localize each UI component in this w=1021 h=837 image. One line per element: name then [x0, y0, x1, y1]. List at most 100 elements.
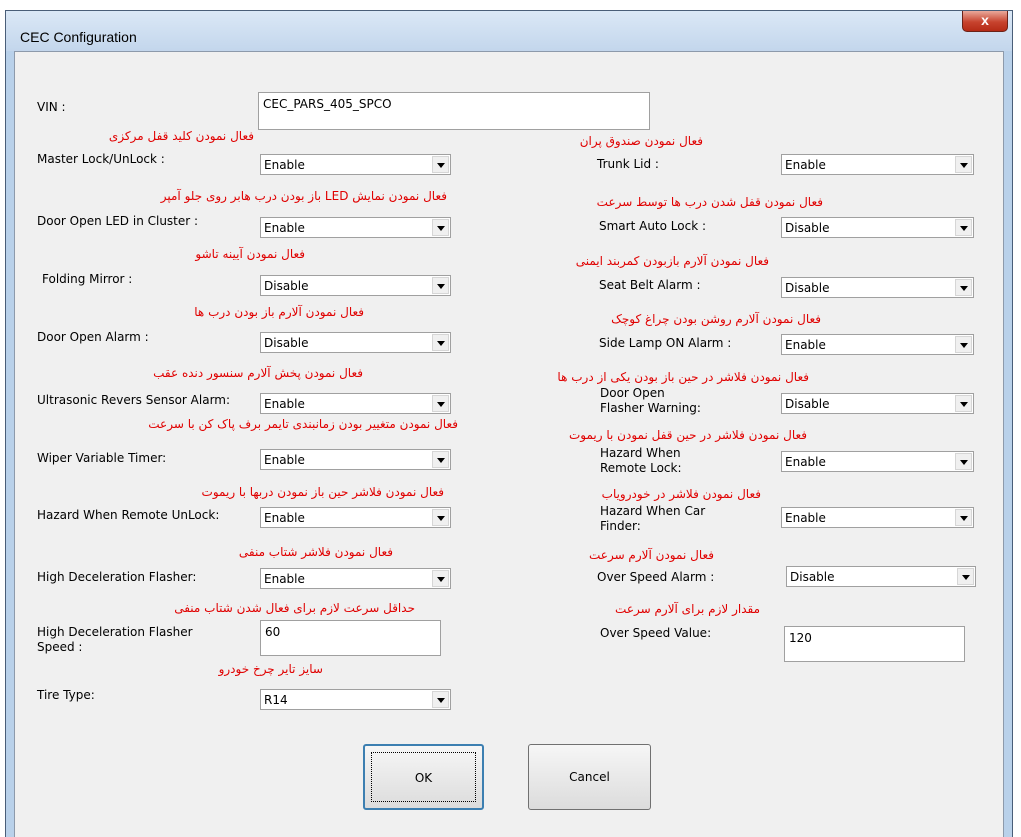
trunk-lid-select[interactable]: Enable [781, 154, 974, 175]
tire-type-select[interactable]: R14 [260, 689, 451, 710]
hazard-unlock-label: Hazard When Remote UnLock: [37, 508, 220, 522]
hazard-car-finder-hint: فعال نمودن فلاشر در خودرویاب [601, 487, 761, 501]
master-lock-value: Enable [264, 158, 305, 172]
ok-button[interactable]: OK [363, 744, 484, 810]
chevron-down-icon[interactable] [955, 336, 972, 353]
high-decel-speed-hint: حداقل سرعت لازم برای فعال شدن شتاب منفی [174, 601, 415, 615]
door-led-select[interactable]: Enable [260, 217, 451, 238]
hazard-lock-label: Hazard When Remote Lock: [600, 446, 682, 475]
window-title: CEC Configuration [20, 29, 137, 45]
master-lock-hint: فعال نمودن کلید قفل مرکزی [108, 129, 254, 143]
chevron-down-icon[interactable] [955, 219, 972, 236]
high-decel-label: High Deceleration Flasher: [37, 570, 197, 584]
chevron-down-icon[interactable] [432, 570, 449, 587]
seat-belt-value: Disable [785, 281, 830, 295]
chevron-down-icon[interactable] [432, 691, 449, 708]
hazard-car-finder-value: Enable [785, 511, 826, 525]
hazard-unlock-value: Enable [264, 511, 305, 525]
chevron-down-icon[interactable] [432, 395, 449, 412]
chevron-down-icon[interactable] [432, 156, 449, 173]
tire-type-label: Tire Type: [37, 688, 95, 702]
trunk-lid-value: Enable [785, 158, 826, 172]
ultrasonic-label: Ultrasonic Revers Sensor Alarm: [37, 393, 231, 407]
folding-mirror-select[interactable]: Disable [260, 275, 451, 296]
chevron-down-icon[interactable] [432, 219, 449, 236]
chevron-down-icon[interactable] [955, 279, 972, 296]
door-flasher-value: Disable [785, 397, 830, 411]
hazard-car-finder-select[interactable]: Enable [781, 507, 974, 528]
high-decel-select[interactable]: Enable [260, 568, 451, 589]
high-decel-hint: فعال نمودن فلاشر شتاب منفی [238, 545, 393, 559]
door-alarm-select[interactable]: Disable [260, 332, 451, 353]
wiper-hint: فعال نمودن متغییر بودن زمانبندی تایمر بر… [148, 417, 458, 431]
smart-auto-lock-value: Disable [785, 221, 830, 235]
over-speed-value-input[interactable]: 120 [784, 626, 965, 662]
chevron-down-icon[interactable] [955, 156, 972, 173]
folding-mirror-value: Disable [264, 279, 309, 293]
chevron-down-icon[interactable] [432, 509, 449, 526]
door-alarm-value: Disable [264, 336, 309, 350]
door-flasher-label: Door Open Flasher Warning: [600, 386, 701, 415]
hazard-lock-value: Enable [785, 455, 826, 469]
door-flasher-select[interactable]: Disable [781, 393, 974, 414]
chevron-down-icon[interactable] [955, 395, 972, 412]
ultrasonic-hint: فعال نمودن پخش آلارم سنسور دنده عقب [153, 366, 363, 380]
high-decel-speed-label: High Deceleration Flasher Speed : [37, 625, 193, 654]
over-speed-alarm-value: Disable [790, 570, 835, 584]
seat-belt-hint: فعال نمودن آلارم بازبودن کمربند ایمنی [575, 254, 769, 268]
over-speed-alarm-label: Over Speed Alarm : [597, 570, 715, 584]
trunk-lid-hint: فعال نمودن صندوق پران [579, 134, 703, 148]
chevron-down-icon[interactable] [432, 451, 449, 468]
tire-type-value: R14 [264, 693, 288, 707]
over-speed-value-label: Over Speed Value: [600, 626, 712, 640]
cancel-button[interactable]: Cancel [528, 744, 651, 810]
chevron-down-icon[interactable] [432, 277, 449, 294]
tire-type-hint: سایز تایر چرخ خودرو [218, 662, 323, 676]
side-lamp-value: Enable [785, 338, 826, 352]
trunk-lid-label: Trunk Lid : [597, 157, 659, 171]
over-speed-alarm-select[interactable]: Disable [786, 566, 976, 587]
folding-mirror-hint: فعال نمودن آیینه تاشو [195, 247, 305, 261]
door-alarm-hint: فعال نمودن آلارم باز بودن درب ها [194, 305, 364, 319]
wiper-label: Wiper Variable Timer: [37, 451, 167, 465]
high-decel-value: Enable [264, 572, 305, 586]
door-led-label: Door Open LED in Cluster : [37, 214, 199, 228]
chevron-down-icon[interactable] [432, 334, 449, 351]
wiper-value: Enable [264, 453, 305, 467]
vin-value: CEC_PARS_405_SPCO [263, 97, 392, 111]
side-lamp-label: Side Lamp ON Alarm : [599, 336, 732, 350]
smart-auto-lock-label: Smart Auto Lock : [599, 219, 707, 233]
seat-belt-select[interactable]: Disable [781, 277, 974, 298]
chevron-down-icon[interactable] [955, 509, 972, 526]
hazard-car-finder-label: Hazard When Car Finder: [600, 504, 706, 533]
smart-auto-lock-hint: فعال نمودن قفل شدن درب ها توسط سرعت [596, 195, 823, 209]
folding-mirror-label: Folding Mirror : [42, 272, 133, 286]
smart-auto-lock-select[interactable]: Disable [781, 217, 974, 238]
chevron-down-icon[interactable] [957, 568, 974, 585]
high-decel-speed-input[interactable]: 60 [260, 620, 441, 656]
door-led-hint: فعال نمودن نمایش LED باز بودن درب هابر ر… [160, 189, 447, 203]
close-button[interactable]: x [962, 11, 1008, 32]
chevron-down-icon[interactable] [955, 453, 972, 470]
side-lamp-hint: فعال نمودن آلارم روشن بودن چراغ کوچک [611, 312, 821, 326]
vin-label: VIN : [37, 100, 66, 114]
master-lock-label: Master Lock/UnLock : [37, 152, 165, 166]
side-lamp-select[interactable]: Enable [781, 334, 974, 355]
door-led-value: Enable [264, 221, 305, 235]
hazard-lock-hint: فعال نمودن فلاشر در حین قفل نمودن با ریم… [568, 428, 807, 442]
seat-belt-label: Seat Belt Alarm : [599, 278, 701, 292]
master-lock-select[interactable]: Enable [260, 154, 451, 175]
wiper-select[interactable]: Enable [260, 449, 451, 470]
ultrasonic-value: Enable [264, 397, 305, 411]
ultrasonic-select[interactable]: Enable [260, 393, 451, 414]
title-bar[interactable]: CEC Configuration x [6, 11, 1012, 51]
hazard-unlock-select[interactable]: Enable [260, 507, 451, 528]
hazard-lock-select[interactable]: Enable [781, 451, 974, 472]
over-speed-value-hint: مقدار لازم برای آلارم سرعت [615, 602, 760, 616]
vin-input[interactable]: CEC_PARS_405_SPCO [258, 92, 650, 130]
door-flasher-hint: فعال نمودن فلاشر در حین باز بودن یکی از … [557, 370, 809, 384]
over-speed-alarm-hint: فعال نمودن آلارم سرعت [589, 548, 714, 562]
hazard-unlock-hint: فعال نمودن فلاشر حین باز نمودن دربها با … [201, 485, 444, 499]
door-alarm-label: Door Open Alarm : [37, 330, 149, 344]
over-speed-value-value: 120 [789, 631, 812, 645]
